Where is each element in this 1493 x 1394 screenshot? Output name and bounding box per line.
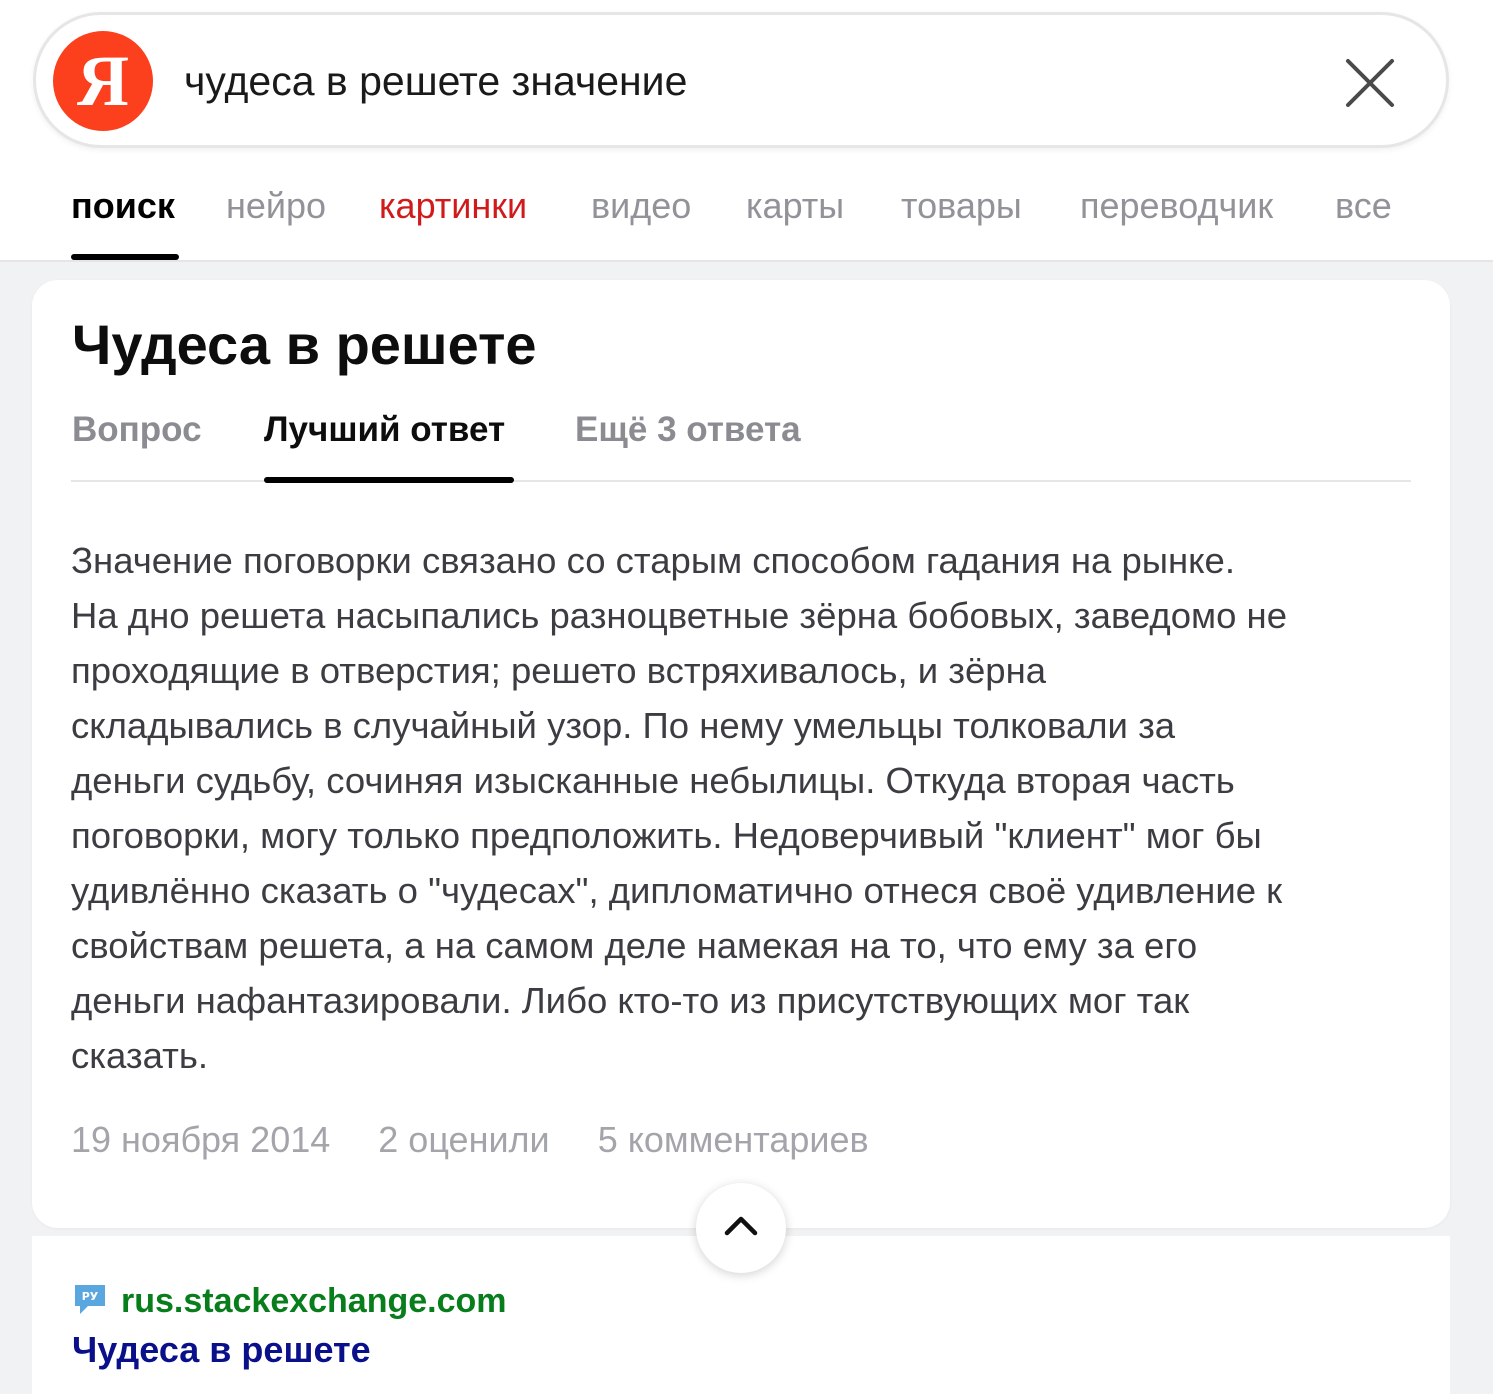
comments-count[interactable]: 5 комментариев bbox=[598, 1119, 869, 1160]
search-bar[interactable]: Я bbox=[33, 12, 1449, 148]
answer-line: поговорки, могу только предположить. Нед… bbox=[71, 815, 1262, 856]
site-favicon-icon: РУ bbox=[75, 1285, 105, 1314]
answer-line: сказать. bbox=[71, 1035, 209, 1076]
answer-line: свойствам решета, а на самом деле намека… bbox=[71, 925, 1198, 966]
answer-line: деньги нафантазировали. Либо кто-то из п… bbox=[71, 980, 1190, 1021]
answer-line: Значение поговорки связано со старым спо… bbox=[71, 540, 1235, 581]
answer-line: деньги судьбу, сочиняя изысканные небыли… bbox=[71, 760, 1235, 801]
tab-search[interactable]: поиск bbox=[71, 184, 175, 228]
result-title-link[interactable]: Чудеса в решете bbox=[72, 1328, 371, 1372]
page: Я поиск нейро картинки видео карты товар… bbox=[0, 0, 1493, 1394]
answer-line: На дно решета насыпались разноцветные зё… bbox=[71, 595, 1288, 636]
favicon-label: РУ bbox=[82, 1290, 99, 1303]
tab-best-answer[interactable]: Лучший ответ bbox=[264, 408, 505, 452]
clear-search-button[interactable] bbox=[1338, 51, 1402, 115]
result-domain-link[interactable]: rus.stackexchange.com bbox=[121, 1280, 507, 1322]
tab-question[interactable]: Вопрос bbox=[72, 408, 202, 452]
tab-images[interactable]: картинки bbox=[379, 184, 527, 228]
search-nav: поиск нейро картинки видео карты товары … bbox=[0, 170, 1493, 260]
tab-maps[interactable]: карты bbox=[746, 184, 844, 228]
card-title: Чудеса в решете bbox=[72, 313, 537, 376]
answer-line: проходящие в отверстия; решето встряхива… bbox=[71, 650, 1047, 691]
active-tab-indicator bbox=[71, 254, 179, 260]
tab-all[interactable]: все bbox=[1335, 184, 1392, 228]
ratings-count[interactable]: 2 оценили bbox=[378, 1119, 549, 1160]
active-answer-tab-indicator bbox=[264, 477, 514, 483]
collapse-button[interactable] bbox=[696, 1183, 786, 1273]
answer-line: удивлённо сказать о "чудесах", дипломати… bbox=[71, 870, 1283, 911]
answer-text: Значение поговорки связано со старым спо… bbox=[71, 533, 1421, 1083]
tab-more-answers[interactable]: Ещё 3 ответа bbox=[575, 408, 801, 452]
yandex-logo[interactable]: Я bbox=[53, 31, 153, 131]
tab-video[interactable]: видео bbox=[591, 184, 691, 228]
answer-meta: 19 ноября 2014 2 оценили 5 комментариев bbox=[71, 1118, 907, 1162]
answer-card: Чудеса в решете Вопрос Лучший ответ Ещё … bbox=[32, 280, 1450, 1228]
close-icon bbox=[1346, 59, 1394, 107]
answer-date: 19 ноября 2014 bbox=[71, 1119, 331, 1160]
search-input[interactable] bbox=[184, 51, 1284, 111]
tab-neuro[interactable]: нейро bbox=[226, 184, 326, 228]
header: Я поиск нейро картинки видео карты товар… bbox=[0, 0, 1493, 262]
tab-translator[interactable]: переводчик bbox=[1080, 184, 1273, 228]
answer-line: складывались в случайный узор. По нему у… bbox=[71, 705, 1176, 746]
chevron-up-icon bbox=[724, 1216, 758, 1236]
tab-products[interactable]: товары bbox=[901, 184, 1022, 228]
